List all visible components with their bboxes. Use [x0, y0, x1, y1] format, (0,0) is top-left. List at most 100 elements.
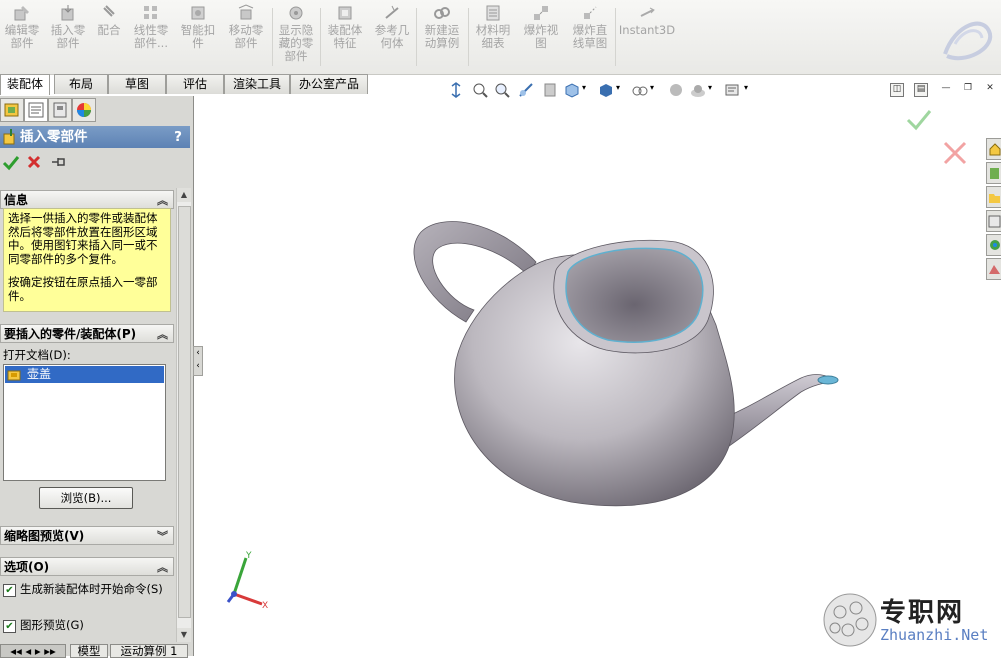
teapot-model[interactable]: [396, 210, 846, 515]
insert-component-button[interactable]: 插入零部件: [48, 4, 88, 70]
previous-view-icon[interactable]: [494, 82, 510, 98]
explode-line-sketch-button[interactable]: 爆炸直线草图: [568, 4, 612, 70]
appearance-manager-tab[interactable]: [72, 98, 96, 122]
property-manager-tab[interactable]: [24, 98, 48, 122]
close-icon[interactable]: ✕: [984, 83, 996, 95]
show-hidden-icon: [289, 6, 303, 20]
tab-office-products[interactable]: 办公室产品: [290, 74, 368, 94]
tab-render-tools[interactable]: 渲染工具: [224, 74, 290, 94]
coordinate-triad: Y X: [226, 551, 268, 611]
task-pane-library-icon[interactable]: [986, 162, 1001, 184]
heads-up-view-toolbar: ▾ ▾ ▾ ▾ ▾: [448, 80, 758, 100]
ribbon-separator: [272, 8, 273, 66]
assembly-features-button[interactable]: 装配体特征: [324, 4, 366, 70]
tab-sketch[interactable]: 草图: [108, 74, 166, 94]
thumbnail-preview-section-header[interactable]: 缩略图预览(V) ︾: [0, 526, 174, 545]
bill-of-materials-button[interactable]: 材料明细表: [472, 4, 514, 70]
zoom-to-fit-icon[interactable]: [448, 82, 464, 98]
scroll-up-icon[interactable]: ▲: [177, 188, 191, 202]
exploded-view-icon: [534, 6, 548, 20]
minimize-icon[interactable]: —: [940, 83, 952, 95]
view-layout-icon[interactable]: ▤: [914, 83, 928, 97]
exploded-view-button[interactable]: 爆炸视图: [520, 4, 562, 70]
view-orientation-icon[interactable]: [564, 82, 580, 98]
reference-geometry-icon: [385, 5, 399, 19]
dynamic-annotation-icon[interactable]: [542, 82, 558, 98]
task-pane-custom-properties-icon[interactable]: [986, 258, 1001, 280]
checkbox[interactable]: ✔: [3, 620, 16, 633]
configuration-manager-tab[interactable]: [48, 98, 72, 122]
task-pane-appearance-icon[interactable]: [986, 234, 1001, 256]
graphics-preview-option[interactable]: ✔ 图形预览(G): [3, 619, 173, 633]
restore-icon[interactable]: ❐: [962, 83, 974, 95]
parts-section-header[interactable]: 要插入的零件/装配体(P) ︽: [0, 324, 174, 343]
feature-tree-icon: [4, 103, 19, 117]
pushpin-icon[interactable]: [50, 155, 70, 169]
tab-assembly[interactable]: 装配体: [0, 74, 50, 95]
confirmation-cancel-icon[interactable]: [942, 140, 968, 166]
linear-pattern-button[interactable]: 线性零部件...: [130, 4, 172, 70]
part-icon: [7, 370, 21, 381]
dropdown-arrow-icon[interactable]: ▾: [650, 83, 654, 92]
dropdown-arrow-icon[interactable]: ▾: [616, 83, 620, 92]
panel-collapse-handle[interactable]: ‹ ‹: [193, 346, 203, 376]
triad-x-label: X: [262, 601, 268, 611]
ok-checkmark-icon[interactable]: [2, 154, 20, 172]
edit-component-button[interactable]: 编辑零部件: [2, 4, 42, 70]
instant3d-button[interactable]: Instant3D: [618, 4, 676, 70]
task-pane-view-palette-icon[interactable]: [986, 210, 1001, 232]
panel-scrollbar[interactable]: ▲ ▼: [176, 188, 191, 642]
feature-manager-tab[interactable]: [0, 98, 24, 122]
dropdown-arrow-icon[interactable]: ▾: [708, 83, 712, 92]
mate-button[interactable]: 配合: [92, 4, 126, 70]
dropdown-arrow-icon[interactable]: ▾: [744, 83, 748, 92]
ribbon-separator: [468, 8, 469, 66]
ds-logo: [943, 21, 993, 61]
tab-layout[interactable]: 布局: [54, 74, 108, 94]
zoom-to-area-icon[interactable]: [472, 82, 488, 98]
start-command-option[interactable]: ✔ 生成新装配体时开始命令(S): [3, 583, 173, 611]
edit-component-icon: [14, 6, 29, 21]
info-section-header[interactable]: 信息 ︽: [0, 190, 174, 209]
cancel-x-icon[interactable]: [26, 154, 42, 170]
edit-appearance-icon[interactable]: [668, 82, 684, 98]
explode-line-sketch-icon: [584, 6, 597, 19]
scroll-down-icon[interactable]: ▼: [177, 628, 191, 642]
open-documents-list[interactable]: 壶盖: [3, 364, 166, 481]
apply-scene-icon[interactable]: [690, 82, 706, 98]
checkbox[interactable]: ✔: [3, 584, 16, 597]
new-motion-study-button[interactable]: 新建运动算例: [420, 4, 464, 70]
display-style-icon[interactable]: [598, 82, 614, 98]
watermark: 专职网 Zhuanzhi.Net: [820, 588, 1001, 656]
smart-fasteners-button[interactable]: 智能扣件: [178, 4, 218, 70]
view-settings-icon[interactable]: [724, 82, 740, 98]
options-section-header[interactable]: 选项(O) ︽: [0, 557, 174, 576]
scroll-thumb[interactable]: [178, 206, 191, 618]
task-pane-home-icon[interactable]: [986, 138, 1001, 160]
list-item[interactable]: 壶盖: [5, 366, 164, 383]
dropdown-arrow-icon[interactable]: ▾: [582, 83, 586, 92]
mate-icon: [103, 5, 115, 17]
confirmation-ok-icon[interactable]: [905, 108, 933, 132]
tab-evaluate[interactable]: 评估: [166, 74, 224, 94]
property-icon: [28, 102, 44, 118]
ribbon-separator: [416, 8, 417, 66]
hide-show-items-icon[interactable]: [632, 82, 648, 98]
reference-geometry-button[interactable]: 参考几何体: [372, 4, 412, 70]
show-hidden-components-button[interactable]: 显示隐藏的零部件: [275, 4, 317, 70]
move-component-button[interactable]: 移动零部件: [224, 4, 268, 70]
open-documents-label: 打开文档(D):: [3, 348, 71, 362]
help-button[interactable]: ?: [174, 126, 182, 148]
expand-chevron-icon: ︾: [157, 530, 168, 543]
panel-title-bar: 插入零部件 ?: [0, 126, 190, 148]
collapse-chevron-icon: ︽: [157, 561, 168, 574]
configuration-icon: [53, 102, 67, 118]
section-view-icon[interactable]: [518, 82, 534, 98]
watermark-ball-logo: [823, 593, 877, 647]
browse-button[interactable]: 浏览(B)...: [39, 487, 133, 509]
split-view-icon[interactable]: ◫: [890, 83, 904, 97]
ribbon-separator: [615, 8, 616, 66]
panel-action-buttons: [0, 152, 190, 174]
new-motion-study-icon: [434, 7, 450, 19]
task-pane-folder-icon[interactable]: [986, 186, 1001, 208]
